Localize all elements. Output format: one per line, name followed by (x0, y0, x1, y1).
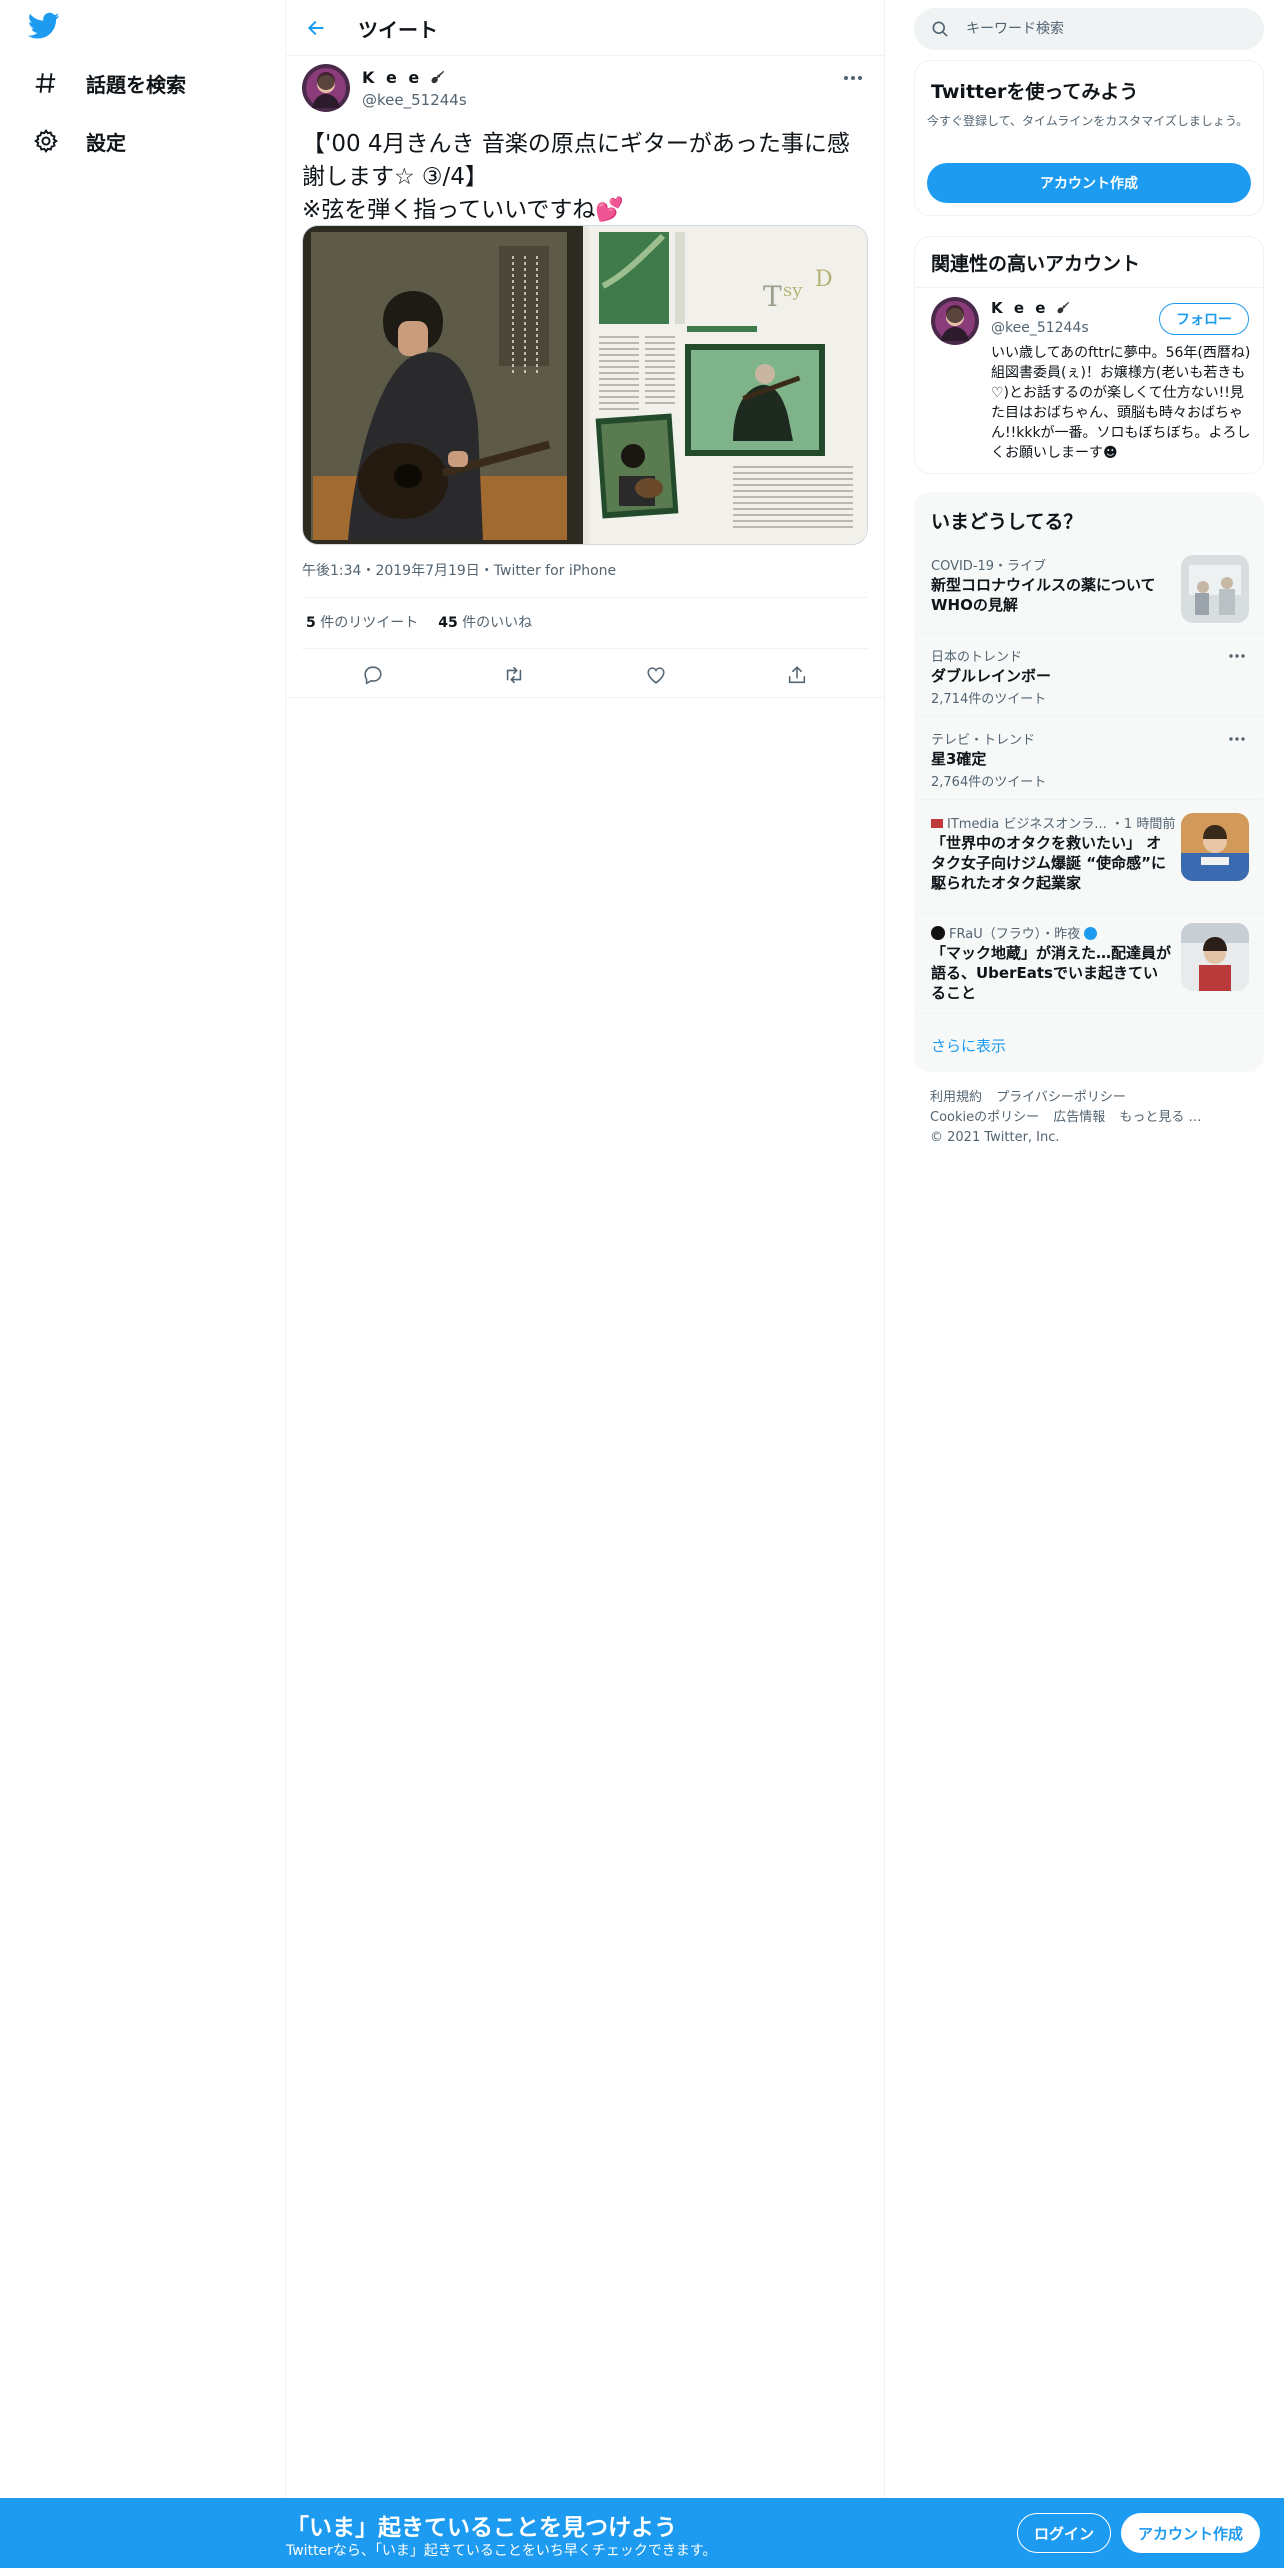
signup-card-title: Twitterを使ってみよう (931, 81, 1139, 103)
trend-title: 「世界中のオタクを救いたい」 オタク女子向けジム爆誕 “使命感”に駆られたオタク… (931, 834, 1166, 892)
news-source-icon (931, 819, 943, 828)
news-source-icon (931, 926, 945, 940)
trend-meta: COVID-19・ライブ (931, 559, 1047, 574)
divider (915, 799, 1263, 800)
footer-link[interactable]: 利用規約 (930, 1090, 982, 1105)
likes-stat[interactable]: 45 件のいいね (438, 612, 532, 632)
guitar-emoji-icon (431, 70, 444, 84)
footer-link[interactable]: プライバシーポリシー (996, 1090, 1126, 1105)
guitar-emoji-icon (1057, 301, 1069, 314)
related-accounts-card: 関連性の高いアカウント K e e @kee_51244s フォロー いい歳して… (914, 236, 1264, 474)
divider (915, 1013, 1263, 1014)
bottom-bar-subtitle: Twitterなら、「いま」起きていることをいち早くチェックできます。 (286, 2543, 717, 2559)
trend-count: 2,714件のツイート (931, 692, 1047, 707)
show-more-link[interactable]: さらに表示 (931, 1035, 1006, 1056)
tweet-actions (302, 655, 868, 695)
svg-text:D: D (815, 267, 833, 292)
main-header: ツイート (286, 0, 884, 56)
trend-title: ダブルレインボー (931, 667, 1052, 685)
arrow-left-icon (307, 21, 324, 35)
trend-thumbnail (1181, 555, 1249, 623)
trend-title: 星3確定 (931, 750, 987, 768)
verified-badge-icon (1084, 927, 1098, 940)
footer-link[interactable]: もっと見る … (1119, 1110, 1201, 1125)
svg-text:sy: sy (783, 280, 803, 301)
left-sidebar: 話題を検索 設定 (0, 0, 286, 2500)
tweet-text: 【'00 4月きんき 音楽の原点にギターがあった事に感謝します☆ ③/4】 ※弦… (302, 128, 868, 227)
tweet-author: K e e @kee_51244s (302, 64, 868, 116)
author-handle: @kee_51244s (362, 91, 467, 109)
trend-title: 新型コロナウイルスの薬についてWHOの見解 (931, 576, 1156, 614)
divider (286, 697, 884, 698)
magazine-scan-image: T sy D (303, 226, 867, 544)
trends-card: いまどうしてる？ COVID-19・ライブ 新型コロナウイルスの薬についてWHO… (914, 492, 1264, 1072)
retweets-stat[interactable]: 5 件のリツイート (306, 612, 418, 632)
nav-explore[interactable]: 話題を検索 (28, 58, 186, 108)
footer-link[interactable]: Cookieのポリシー (930, 1110, 1039, 1125)
search-box (914, 8, 1264, 50)
follow-button[interactable]: フォロー (1159, 303, 1249, 335)
search-input[interactable] (966, 8, 1246, 50)
trends-title: いまどうしてる？ (931, 511, 1083, 533)
copyright: © 2021 Twitter, Inc. (930, 1130, 1060, 1145)
footer-link[interactable]: 広告情報 (1053, 1110, 1105, 1125)
like-icon[interactable] (636, 655, 676, 695)
divider (915, 913, 1263, 914)
trend-meta: 日本のトレンド (931, 650, 1023, 665)
nav-settings-label: 設定 (86, 130, 126, 155)
nav-explore-label: 話題を検索 (86, 72, 186, 97)
more-dots-icon[interactable] (1225, 648, 1249, 664)
nav-settings[interactable]: 設定 (28, 116, 126, 166)
related-account-bio: いい歳してあのfttrに夢中。56年(西暦ね)組図書委員(ぇ)！お嬢様方(老いも… (991, 345, 1251, 461)
tweet-text-line-2: ※弦を弾く指っていいですね💕 (302, 197, 625, 223)
svg-text:T: T (763, 280, 782, 313)
divider (915, 287, 1263, 288)
tweet-media-image[interactable]: T sy D (302, 225, 868, 545)
trend-thumbnail (1181, 923, 1249, 991)
divider (915, 633, 1263, 634)
page-title: ツイート (358, 18, 438, 42)
login-button[interactable]: ログイン (1017, 2513, 1111, 2553)
footer-links: 利用規約 プライバシーポリシー Cookieのポリシー 広告情報 もっと見る …… (930, 1088, 1250, 1148)
tweet-stats: 5 件のリツイート 45 件のいいね (306, 612, 532, 632)
trend-thumbnail (1181, 813, 1249, 881)
trend-count: 2,764件のツイート (931, 775, 1047, 790)
create-account-button[interactable]: アカウント作成 (927, 163, 1251, 203)
bottom-signup-bar: 「いま」起きていることを見つけよう Twitterなら、「いま」起きていることを… (0, 2498, 1284, 2568)
more-dots-icon (844, 76, 862, 80)
signup-card: Twitterを使ってみよう 今すぐ登録して、タイムラインをカスタマイズしましょ… (914, 60, 1264, 216)
trend-title: 「マック地蔵」が消えた…配達員が語る、UberEatsでいま起きていること (931, 944, 1172, 1002)
signup-card-description: 今すぐ登録して、タイムラインをカスタマイズしましょう。 (927, 114, 1249, 128)
author-name[interactable]: K e e (362, 68, 445, 87)
more-dots-icon[interactable] (1225, 731, 1249, 747)
avatar[interactable] (302, 64, 350, 112)
divider (302, 597, 868, 598)
trend-meta: ITmedia ビジネスオンラ... ・1 時間前 (931, 813, 1175, 832)
trend-meta: FRaU（フラウ）・昨夜 (931, 923, 1098, 942)
signup-button[interactable]: アカウント作成 (1121, 2513, 1260, 2553)
twitter-bird-icon[interactable] (27, 12, 64, 44)
tweet-timestamp[interactable]: 午後1:34・2019年7月19日・Twitter for iPhone (302, 560, 616, 580)
gear-icon (28, 123, 64, 159)
trend-meta: テレビ・トレンド (931, 733, 1036, 748)
related-account-name[interactable]: K e e (991, 299, 1070, 317)
divider (915, 715, 1263, 716)
reply-icon[interactable] (353, 655, 393, 695)
retweet-icon[interactable] (494, 655, 534, 695)
related-account-handle: @kee_51244s (991, 320, 1089, 336)
more-options-button[interactable] (838, 66, 868, 90)
hashtag-icon (28, 65, 64, 101)
divider (302, 648, 868, 649)
back-button[interactable] (300, 12, 332, 44)
avatar[interactable] (931, 297, 979, 345)
tweet-text-line-1: 【'00 4月きんき 音楽の原点にギターがあった事に感謝します☆ ③/4】 (302, 131, 850, 190)
bottom-bar-title: 「いま」起きていることを見つけよう (286, 2515, 677, 2541)
related-accounts-title: 関連性の高いアカウント (931, 253, 1141, 275)
main-column: ツイート K e e @kee_51244s 【'00 4月きんき 音楽の原点に… (286, 0, 885, 2500)
search-icon (932, 21, 948, 37)
share-icon[interactable] (777, 655, 817, 695)
